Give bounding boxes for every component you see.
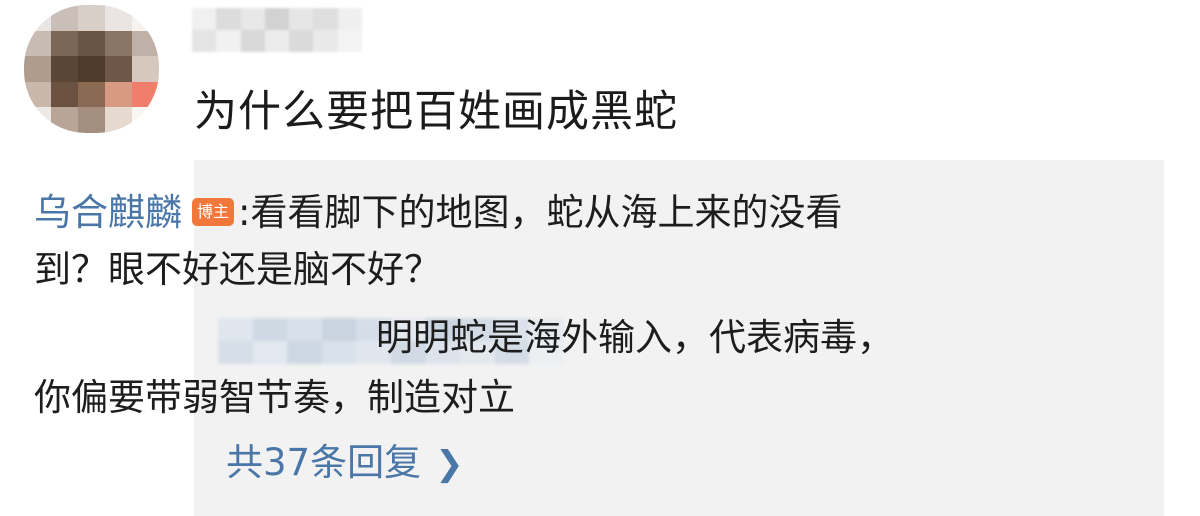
view-all-replies-label: 共37条回复 [226,441,422,484]
view-all-replies-link[interactable]: 共37条回复 ❯ [226,437,464,490]
comment-text: 为什么要把百姓画成黑蛇 [194,87,678,137]
first-reply-text-line2: 到？眼不好还是脑不好？ [34,248,441,291]
chevron-right-icon: ❯ [435,444,464,484]
reply-author-link[interactable]: 乌合麒麟 [34,191,182,234]
second-reply-text-line1: 明明蛇是海外输入，代表病毒， [376,316,894,359]
avatar[interactable] [24,5,159,133]
first-reply-text-line1: :看看脚下的地图，蛇从海上来的没看 [238,191,843,234]
comment-thread: 为什么要把百姓画成黑蛇 乌合麒麟 博主:看看脚下的地图，蛇从海上来的没看 到？眼不… [0,0,1200,516]
blogger-badge: 博主 [192,197,234,226]
first-reply: 乌合麒麟 博主:看看脚下的地图，蛇从海上来的没看 [34,187,842,239]
blurred-username [192,8,362,52]
second-reply-text-line2: 你偏要带弱智节奏，制造对立 [34,376,515,419]
